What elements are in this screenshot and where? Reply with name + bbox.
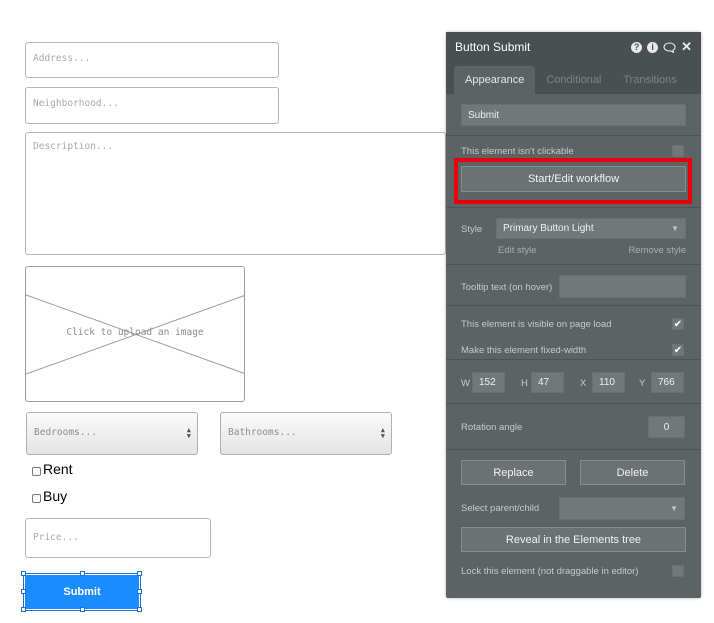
chevron-down-icon: ▼ [671, 224, 679, 233]
comment-icon[interactable] [663, 41, 676, 53]
actions-section: Replace Delete Select parent/child ▼ Rev… [446, 450, 701, 596]
text-section: Submit [446, 94, 701, 136]
edit-style-link[interactable]: Edit style [498, 245, 537, 256]
panel-title: Button Submit [455, 40, 531, 54]
delete-button[interactable]: Delete [580, 460, 685, 485]
y-value: 766 [658, 377, 675, 388]
panel-header[interactable]: Button Submit ? i ✕ [446, 32, 701, 62]
resize-handle-tl[interactable] [21, 571, 26, 576]
neighborhood-placeholder: Neighborhood... [33, 98, 119, 109]
image-uploader-text: Click to upload an image [66, 327, 204, 338]
parent-child-label: Select parent/child [461, 503, 540, 514]
price-placeholder: Price... [33, 532, 79, 543]
buy-checkbox-row[interactable]: Buy [32, 488, 67, 504]
submit-button[interactable]: Submit [25, 575, 139, 609]
description-textarea[interactable]: Description... [25, 132, 446, 255]
property-editor-panel: Button Submit ? i ✕ Appearance Condition… [446, 32, 701, 598]
y-label: Y [639, 378, 646, 389]
rotation-section: Rotation angle 0 [446, 404, 701, 450]
remove-style-link[interactable]: Remove style [628, 245, 686, 256]
style-dropdown[interactable]: Primary Button Light ▼ [496, 218, 686, 239]
not-clickable-label: This element isn't clickable [461, 146, 574, 157]
select-arrows-icon: ▲ ▼ [186, 426, 191, 440]
bathrooms-placeholder: Bathrooms... [228, 427, 297, 438]
tooltip-section: Tooltip text (on hover) [446, 265, 701, 306]
height-label: H [521, 378, 528, 389]
select-arrows-icon: ▲ ▼ [380, 426, 385, 440]
tooltip-label: Tooltip text (on hover) [461, 282, 553, 293]
address-input[interactable]: Address... [25, 42, 279, 78]
help-icon[interactable]: ? [631, 41, 643, 53]
x-input[interactable]: 110 [592, 372, 625, 393]
description-placeholder: Description... [33, 141, 114, 152]
parent-child-dropdown[interactable]: ▼ [559, 497, 685, 520]
rotation-label: Rotation angle [461, 422, 523, 433]
start-edit-workflow-button[interactable]: Start/Edit workflow [461, 166, 686, 192]
image-uploader[interactable]: Click to upload an image [25, 266, 245, 402]
lock-element-label: Lock this element (not draggable in edit… [461, 566, 639, 577]
y-input[interactable]: 766 [651, 372, 684, 393]
rent-label: Rent [43, 461, 73, 477]
button-text-value: Submit [468, 109, 500, 121]
height-input[interactable]: 47 [531, 372, 564, 393]
tab-conditional[interactable]: Conditional [535, 66, 612, 94]
lock-element-checkbox[interactable] [672, 565, 684, 577]
address-placeholder: Address... [33, 53, 91, 64]
visible-on-load-label: This element is visible on page load [461, 319, 612, 330]
tab-appearance[interactable]: Appearance [454, 66, 536, 94]
bedrooms-dropdown[interactable]: Bedrooms... ▲ ▼ [26, 412, 198, 455]
chevron-down-icon: ▼ [670, 504, 678, 513]
rent-checkbox[interactable] [32, 466, 41, 476]
resize-handle-tr[interactable] [137, 571, 142, 576]
neighborhood-input[interactable]: Neighborhood... [25, 87, 279, 124]
replace-button[interactable]: Replace [461, 460, 566, 485]
resize-handle-l[interactable] [21, 589, 26, 594]
fixed-width-checkbox[interactable]: ✔ [672, 344, 684, 356]
style-section: Style Primary Button Light ▼ Edit style … [446, 208, 701, 265]
buy-label: Buy [43, 488, 68, 504]
resize-handle-br[interactable] [137, 607, 142, 612]
width-value: 152 [479, 377, 496, 388]
price-input[interactable]: Price... [25, 518, 211, 558]
panel-tabs: Appearance Conditional Transitions [446, 62, 701, 94]
resize-handle-b[interactable] [80, 607, 85, 612]
close-icon[interactable]: ✕ [681, 39, 692, 55]
width-input[interactable]: 152 [472, 372, 505, 393]
not-clickable-checkbox[interactable] [672, 145, 684, 157]
button-text-input[interactable]: Submit [461, 104, 686, 126]
style-label: Style [461, 224, 483, 235]
visibility-section: This element is visible on page load ✔ M… [446, 306, 701, 360]
resize-handle-r[interactable] [137, 589, 142, 594]
resize-handle-bl[interactable] [21, 607, 26, 612]
clickable-section: This element isn't clickable Start/Edit … [446, 136, 701, 208]
dimensions-section: W 152 H 47 X 110 Y 766 [446, 360, 701, 404]
resize-handle-t[interactable] [80, 571, 85, 576]
reveal-elements-tree-button[interactable]: Reveal in the Elements tree [461, 527, 686, 552]
x-label: X [580, 378, 587, 389]
rotation-value: 0 [663, 421, 670, 433]
buy-checkbox[interactable] [32, 493, 41, 503]
height-value: 47 [538, 377, 550, 388]
info-icon[interactable]: i [647, 41, 659, 53]
tooltip-input[interactable] [559, 275, 686, 298]
bedrooms-placeholder: Bedrooms... [34, 427, 97, 438]
rent-checkbox-row[interactable]: Rent [32, 461, 73, 477]
fixed-width-label: Make this element fixed-width [461, 345, 587, 356]
style-value: Primary Button Light [503, 223, 594, 234]
rotation-input[interactable]: 0 [648, 416, 685, 438]
width-label: W [461, 378, 470, 389]
x-value: 110 [599, 377, 615, 388]
tab-transitions[interactable]: Transitions [612, 66, 687, 94]
bathrooms-dropdown[interactable]: Bathrooms... ▲ ▼ [220, 412, 392, 455]
visible-on-load-checkbox[interactable]: ✔ [672, 318, 684, 330]
